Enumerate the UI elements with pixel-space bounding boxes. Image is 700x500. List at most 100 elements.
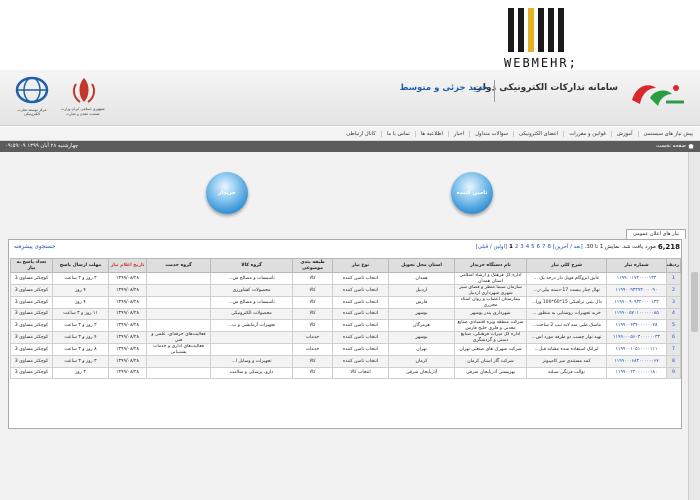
nav-item-contact[interactable]: تماس با ما bbox=[380, 130, 415, 137]
pager-page-7[interactable]: 7 bbox=[542, 244, 545, 250]
cell-category: کالا bbox=[292, 296, 333, 309]
pager-page-3[interactable]: 3 bbox=[520, 244, 523, 250]
cell-service-group bbox=[146, 355, 211, 368]
cell-service-group bbox=[146, 366, 211, 380]
cell-service-group bbox=[146, 319, 211, 333]
cell-buyer: شهرداری بندر بوشهر bbox=[454, 307, 527, 321]
nav-item-announcements[interactable]: اطلاعیه ها bbox=[414, 130, 448, 137]
col-header-response-count[interactable]: تعداد پاسخ به نیاز bbox=[10, 258, 53, 273]
cell-service-group: فعالیت‌های حرفه‌ای، علمی و فنی bbox=[146, 331, 211, 345]
home-link[interactable]: صفحه نخست bbox=[656, 143, 694, 149]
pager-page-4[interactable]: 4 bbox=[526, 244, 529, 250]
page-scrollbar[interactable] bbox=[688, 152, 700, 500]
cell-need-number[interactable]: ۱۱۹۹۰۰۹۰۹۳۲۰۰۰۰۱۳۳ bbox=[606, 296, 667, 309]
col-header-buyer[interactable]: نام دستگاه خریدار bbox=[454, 258, 527, 273]
tab-public-needs[interactable]: نیاز های اعلان عمومی bbox=[626, 229, 686, 239]
cell-deadline: ۱۱ روز و ۳ ساعت bbox=[52, 307, 109, 321]
scrollbar-thumb[interactable] bbox=[691, 272, 698, 332]
cell-goods-group: تجهیزات آزمایشی و پ... bbox=[210, 319, 293, 333]
col-header-announce-date[interactable]: تاریخ اعلام نیاز bbox=[108, 258, 147, 273]
col-header-service-group[interactable]: گروه خدمت bbox=[146, 258, 211, 273]
advanced-search-link[interactable]: جستجوی پیشرفته bbox=[14, 244, 55, 250]
pager-page-1[interactable]: 1 bbox=[509, 244, 513, 250]
pager-page-2[interactable]: 2 bbox=[515, 244, 518, 250]
setad-logo-icon[interactable] bbox=[626, 78, 688, 112]
col-header-category[interactable]: طبقه بندی موضوعی bbox=[292, 258, 333, 273]
cell-announce-date: ۱۳۹۹/۰۸/۲۸ bbox=[108, 331, 147, 345]
government-logos: مرکز توسعه تجارت الکترونیکی جمهوری اسلام… bbox=[10, 74, 110, 122]
col-header-need-number[interactable]: شماره نیاز bbox=[606, 258, 667, 273]
table-row[interactable]: 1 ۱۱۹۹۰۰۱۷۳۰۰۰۰۱۳۳ عایق ایزوگام فویل دار د… bbox=[10, 272, 681, 285]
cell-goods-group: دارو، پزشکی و سلامت bbox=[210, 366, 293, 380]
table-row[interactable]: 4 ۱۱۹۹۰۰۵۷۰۱۰۰۰۰۰۰۸۵ خرید تجهیزات روشنایی … bbox=[10, 307, 681, 321]
table-row[interactable]: 6 ۱۱۹۹۰۰۰۵۶۰۳۰۰۰۰۰۰۳۳ تهیه نوار چسب دو طرف… bbox=[10, 331, 681, 345]
cell-row-number: 1 bbox=[666, 272, 681, 285]
nav-item-faq[interactable]: سوالات متداول bbox=[469, 130, 513, 137]
home-icon bbox=[688, 143, 694, 149]
cell-province: فارس bbox=[388, 296, 455, 309]
col-header-need-type[interactable]: نوع نیاز bbox=[332, 258, 389, 273]
pager-page-6[interactable]: 6 bbox=[537, 244, 540, 250]
buyer-button[interactable]: خریدار bbox=[206, 172, 248, 214]
table-row[interactable]: 8 ۱۱۹۹۰۰۰۶۸۳۰۰۰۰۰۰۶۷ کمد مستندی میز کامپیو… bbox=[10, 355, 681, 368]
nav-item-news[interactable]: اخبار bbox=[447, 130, 469, 137]
cell-category: کالا bbox=[292, 319, 333, 333]
cell-buyer: اداره کل میراث فرهنگی، صنایع دستی و گردش… bbox=[454, 331, 527, 345]
cell-announce-date: ۱۳۹۹/۰۸/۲۸ bbox=[108, 343, 147, 357]
cell-response-count: کوچکتر مساوی 3 bbox=[10, 296, 53, 309]
cell-category: خدمات bbox=[292, 331, 333, 345]
table-row[interactable]: 7 ۱۱۹۹۰۰۱۰۵۱۰۰۰۰۱۱۱ ایرانک استفاده شده مشا… bbox=[10, 343, 681, 357]
cell-announce-date: ۱۳۹۹/۰۸/۲۸ bbox=[108, 366, 147, 380]
nav-item-rules[interactable]: قوانین و مقررات bbox=[563, 130, 610, 137]
pager-page-8[interactable]: 8 bbox=[547, 244, 550, 250]
cell-goods-group: تاسیسات و مصالح س... bbox=[210, 272, 293, 285]
cell-service-group: فعالیت‌های اداری و خدمات پشتیبانی bbox=[146, 343, 211, 357]
cell-need-number[interactable]: ۱۱۹۹۰۰۵۷۰۱۰۰۰۰۰۰۸۵ bbox=[606, 307, 667, 321]
col-header-goods-group[interactable]: گروه کالا bbox=[210, 258, 293, 273]
pager-next-last[interactable]: [بعد / آخرین] bbox=[553, 244, 583, 250]
cell-need-number[interactable]: ۱۱۹۹۰۰۴۳۴۰۰۰۰۰۰۷۸ bbox=[606, 319, 667, 333]
nav-item-system-requirements[interactable]: پیش نیاز های سیستمی bbox=[637, 130, 698, 137]
cell-row-number: 8 bbox=[666, 355, 681, 368]
cell-deadline: ۴ روز bbox=[52, 296, 109, 309]
ecommerce-center-caption: مرکز توسعه تجارت الکترونیکی bbox=[17, 108, 47, 116]
cell-response-count: کوچکتر مساوی 3 bbox=[10, 366, 53, 380]
cell-need-number[interactable]: ۱۱۹۹۰۰۱۷۳۰۰۰۰۱۳۳ bbox=[606, 272, 667, 285]
cell-row-number: 4 bbox=[666, 307, 681, 321]
cell-description: ایرانک استفاده شده مشابه قبل... bbox=[526, 343, 607, 357]
cell-need-number[interactable]: ۱۱۹۹۰۰۰۵۶۰۳۰۰۰۰۰۰۳۳ bbox=[606, 331, 667, 345]
cell-row-number: 2 bbox=[666, 284, 681, 297]
webmehr-watermark: WEBMEHR; bbox=[486, 8, 596, 70]
table-row[interactable]: 2 ۱۱۹۹۰۰۹۳۳۹۳۰۰۰۰۹۰ نهال چنار بیست 17-دسته… bbox=[10, 284, 681, 297]
table-row[interactable]: 5 ۱۱۹۹۰۰۴۳۴۰۰۰۰۰۰۷۸ ماسک طبی سه لایه تیپ 2… bbox=[10, 319, 681, 333]
webmehr-logo-icon bbox=[508, 8, 568, 52]
pager-first-prev[interactable]: [اولین / قبلی] bbox=[476, 244, 507, 250]
result-count: 6,218 bbox=[657, 243, 680, 251]
nav-item-training[interactable]: آموزش bbox=[610, 130, 638, 137]
cell-need-type: انتخاب تامین کننده bbox=[332, 343, 389, 357]
table-row[interactable]: 9 ۱۱۹۹۰۰۲۳۰۰۰۰۰۰۱۸۰ توالت فرنگی صبلنه بهزیس… bbox=[10, 366, 681, 380]
col-header-row-number[interactable]: ردیف bbox=[666, 258, 681, 273]
cell-deadline: ۳ روز bbox=[52, 366, 109, 380]
cell-need-type: انتخاب تامین کننده bbox=[332, 272, 389, 285]
col-header-province[interactable]: استان محل تحویل bbox=[388, 258, 455, 273]
cell-goods-group bbox=[210, 343, 293, 357]
supplier-button[interactable]: تامین کننده bbox=[451, 172, 493, 214]
table-row[interactable]: 3 ۱۱۹۹۰۰۹۰۹۳۲۰۰۰۰۱۳۳ دال بتنی ترافیکی 15*6… bbox=[10, 296, 681, 309]
cell-need-type: انتخاب کالا bbox=[332, 366, 389, 380]
cell-need-number[interactable]: ۱۱۹۹۰۰۲۳۰۰۰۰۰۰۱۸۰ bbox=[606, 366, 667, 380]
pager-page-5[interactable]: 5 bbox=[531, 244, 534, 250]
nav-item-electronic-members[interactable]: اعضای الکترونیکی bbox=[512, 130, 563, 137]
cell-description: دال بتنی ترافیکی 15*60*100 ورا... bbox=[526, 296, 607, 309]
result-count-suffix: مورد bbox=[645, 244, 656, 250]
title-divider bbox=[494, 80, 495, 102]
col-header-description[interactable]: شرح کلی نیاز bbox=[526, 258, 607, 273]
nav-item-channel[interactable]: کانال ارتباطی bbox=[341, 131, 380, 137]
status-bar: صفحه نخست چهارشنبه ۲۸ آبان ۱۳۹۹ ۰۹:۵۹:۰۹ bbox=[0, 141, 700, 152]
cell-need-number[interactable]: ۱۱۹۹۰۰۰۶۸۳۰۰۰۰۰۰۶۷ bbox=[606, 355, 667, 368]
col-header-deadline[interactable]: مهلت ارسال پاسخ bbox=[52, 258, 109, 273]
cell-need-number[interactable]: ۱۱۹۹۰۰۱۰۵۱۰۰۰۰۱۱۱ bbox=[606, 343, 667, 357]
cell-need-number[interactable]: ۱۱۹۹۰۰۹۳۳۹۳۰۰۰۰۹۰ bbox=[606, 284, 667, 297]
cell-buyer: بهزیستی آذربایجان شرقی bbox=[454, 366, 527, 380]
cell-buyer: اداره کل فرهنگ و ارشاد اسلامی استان همدا… bbox=[454, 272, 527, 285]
